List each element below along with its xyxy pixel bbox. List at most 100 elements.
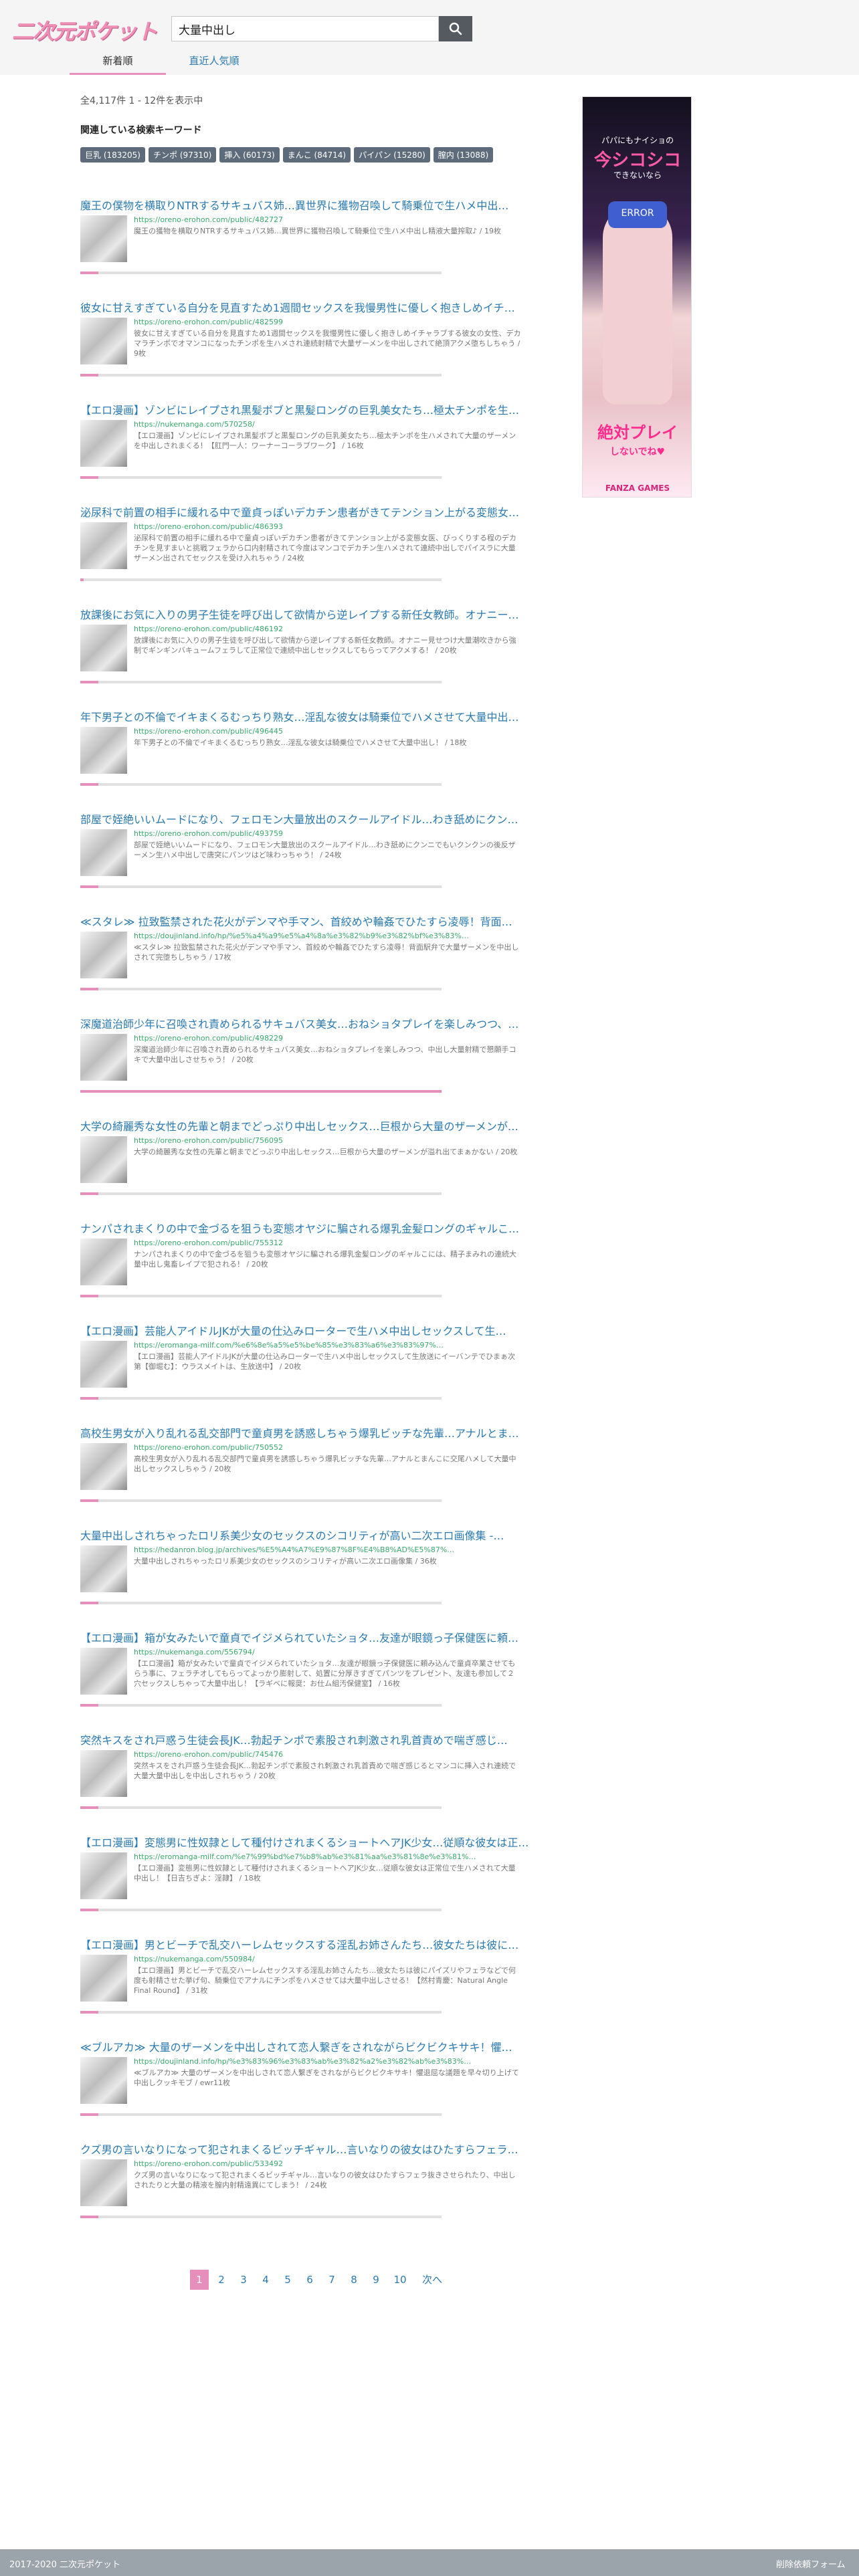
result-thumbnail[interactable] [80, 829, 127, 876]
result-thumbnail[interactable] [80, 625, 127, 671]
result-title-link[interactable]: 放課後にお気に入りの男子生徒を呼び出して欲情から逆レイプする新任女教師。オナニー… [80, 606, 549, 622]
ad-headline: 絶対プレイ [597, 423, 678, 442]
result-progress-fill [80, 1499, 98, 1502]
search-button[interactable] [439, 16, 472, 41]
result-title-link[interactable]: 突然キスをされ戸惑う生徒会長JK…勃起チンポで素股され刺激され乳首責めで喘ぎ感じ… [80, 1731, 549, 1747]
result-title-link[interactable]: ≪ブルアカ≫ 大量のザーメンを中出しされて恋人繋ぎをされながらビクビクキサキ！懼… [80, 2038, 549, 2054]
keyword-tag[interactable]: 巨乳 (183205) [80, 147, 145, 163]
result-title-link[interactable]: 彼女に甘えすぎている自分を見直すため1週間セックスを我慢男性に優しく抱きしめイチ… [80, 299, 549, 315]
page-link-2[interactable]: 2 [212, 2270, 231, 2290]
result-title-link[interactable]: 泌尿科で前置の相手に緩れる中で童貞っぽいデカチン患者がきてテンション上がる変態女… [80, 504, 549, 520]
page-link-7[interactable]: 7 [322, 2270, 341, 2290]
result-thumbnail[interactable] [80, 2057, 127, 2104]
result-title-link[interactable]: 魔王の僕物を横取りNTRするサキュバス姉…異世界に獲物召喚して騎乗位で生ハメ中出… [80, 197, 549, 213]
page-link-4[interactable]: 4 [256, 2270, 275, 2290]
result-url[interactable]: https://oreno-erohon.com/public/745476 [134, 1750, 508, 1759]
result-thumbnail[interactable] [80, 522, 127, 569]
result-thumbnail[interactable] [80, 420, 127, 467]
result-title-link[interactable]: 年下男子との不倫でイキまくるむっちり熟女…淫乱な彼女は騎乗位でハメさせて大量中出… [80, 708, 549, 724]
result-url[interactable]: https://oreno-erohon.com/public/533492 [134, 2159, 508, 2168]
result-thumbnail[interactable] [80, 1648, 127, 1695]
result-url[interactable]: https://oreno-erohon.com/public/482727 [134, 215, 508, 224]
tab-newest[interactable]: 新着順 [70, 51, 166, 75]
page-link-6[interactable]: 6 [300, 2270, 319, 2290]
result-thumbnail[interactable] [80, 1443, 127, 1490]
site-logo[interactable]: 二次元ポケット [12, 15, 158, 45]
result-title-link[interactable]: 部屋で姪絶いいムードになり、フェロモン大量放出のスクールアイドル…わき舐めにクン… [80, 811, 549, 827]
result-item: 彼女に甘えすぎている自分を見直すため1週間セックスを我慢男性に優しく抱きしめイチ… [80, 299, 549, 399]
result-url[interactable]: https://oreno-erohon.com/public/486393 [134, 522, 508, 531]
next-page-link[interactable]: 次へ [419, 2270, 446, 2290]
result-thumbnail[interactable] [80, 2159, 127, 2206]
result-thumbnail[interactable] [80, 1239, 127, 1285]
result-description: 突然キスをされ戸惑う生徒会長JK…勃起チンポで素股され刺激され乳首責めで喘ぎ感じ… [134, 1761, 516, 1780]
result-url[interactable]: https://eromanga-milf.com/%e7%99%bd%e7%b… [134, 1852, 508, 1861]
result-progress-fill [80, 988, 98, 990]
result-description: 部屋で姪絶いいムードになり、フェロモン大量放出のスクールアイドル…わき舐めにクン… [134, 841, 516, 859]
copyright: 2017-2020 二次元ポケット [9, 2560, 120, 2570]
page-link-9[interactable]: 9 [367, 2270, 385, 2290]
result-url[interactable]: https://oreno-erohon.com/public/496445 [134, 727, 508, 736]
page-link-8[interactable]: 8 [345, 2270, 363, 2290]
result-thumbnail[interactable] [80, 215, 127, 262]
result-thumbnail[interactable] [80, 727, 127, 774]
keyword-tag[interactable]: まんこ (84714) [282, 147, 351, 163]
result-title-link[interactable]: 【エロ漫画】ゾンビにレイプされ黒髪ボブと黒髪ロングの巨乳美女たち…極太チンポを生… [80, 401, 549, 417]
result-thumbnail[interactable] [80, 1136, 127, 1183]
result-description: ナンパされまくりの中で金づるを狙うも変態オヤジに騙される爆乳金髪ロングのギャルこ… [134, 1250, 516, 1269]
result-url[interactable]: https://oreno-erohon.com/public/756095 [134, 1136, 508, 1145]
result-url[interactable]: https://hedanron.blog.jp/archives/%E5%A4… [134, 1545, 508, 1554]
result-url[interactable]: https://doujinland.info/hp/%e5%a4%a9%e5%… [134, 932, 508, 940]
result-title-link[interactable]: 深魔道治師少年に召喚され責められるサキュバス美女…おねショタプレイを楽しみつつ、… [80, 1015, 549, 1031]
result-progress-bar [80, 578, 442, 581]
page-link-5[interactable]: 5 [278, 2270, 297, 2290]
result-progress-bar [80, 476, 442, 479]
result-title-link[interactable]: クズ男の言いなりになって犯されまくるビッチギャル…言いなりの彼女はひたすらフェラ… [80, 2141, 549, 2157]
result-title-link[interactable]: 大量中出しされちゃったロリ系美少女のセックスのシコリティが高い二次エロ画像集 -… [80, 1527, 549, 1543]
result-description: 【エロ漫画】箱が女みたいで童貞でイジメられていたショタ…友達が眼鏡っ子保健医に頼… [134, 1659, 516, 1688]
result-title-link[interactable]: 【エロ漫画】箱が女みたいで童貞でイジメられていたショタ…友達が眼鏡っ子保健医に頼… [80, 1629, 549, 1645]
result-thumbnail[interactable] [80, 1955, 127, 2002]
search-input[interactable] [171, 16, 439, 41]
result-title-link[interactable]: 高校生男女が入り乱れる乱交部門で童貞男を誘惑しちゃう爆乳ビッチな先輩…アナルとま… [80, 1424, 549, 1440]
result-title-link[interactable]: ナンパされまくりの中で金づるを狙うも変態オヤジに騙される爆乳金髪ロングのギャルこ… [80, 1220, 549, 1236]
result-url[interactable]: https://eromanga-milf.com/%e6%8e%a5%e5%b… [134, 1341, 508, 1350]
advertisement[interactable]: パパにもナイショの 今シコシコ できないなら ERROR 絶対プレイ しないでね… [582, 96, 692, 498]
result-thumbnail[interactable] [80, 1750, 127, 1797]
result-url[interactable]: https://doujinland.info/hp/%e3%83%96%e3%… [134, 2057, 508, 2066]
result-thumbnail[interactable] [80, 1034, 127, 1081]
result-url[interactable]: https://oreno-erohon.com/public/755312 [134, 1239, 508, 1247]
result-url[interactable]: https://nukemanga.com/556794/ [134, 1648, 508, 1656]
result-title-link[interactable]: 【エロ漫画】変態男に性奴隷として種付けされまくるショートヘアJK少女…従順な彼女… [80, 1834, 549, 1850]
result-description: 【エロ漫画】男とビーチで乱交ハーレムセックスする淫乱お姉さんたち…彼女たちは彼に… [134, 1966, 516, 1995]
result-progress-fill [80, 1192, 98, 1195]
keyword-tag[interactable]: 挿入 (60173) [219, 147, 280, 163]
result-url[interactable]: https://nukemanga.com/550984/ [134, 1955, 508, 1963]
tab-popular[interactable]: 直近人気順 [166, 51, 262, 75]
result-url[interactable]: https://oreno-erohon.com/public/486192 [134, 625, 508, 633]
result-thumbnail[interactable] [80, 1341, 127, 1388]
result-url[interactable]: https://oreno-erohon.com/public/498229 [134, 1034, 508, 1043]
keyword-tag[interactable]: パイパン (15280) [354, 147, 430, 163]
result-title-link[interactable]: ≪スタレ≫ 拉致監禁された花火がデンマや手マン、首絞めや輪姦でひたすら凌辱！背面… [80, 913, 549, 929]
result-progress-bar [80, 374, 442, 377]
result-url[interactable]: https://oreno-erohon.com/public/750552 [134, 1443, 508, 1452]
result-title-link[interactable]: 【エロ漫画】芸能人アイドルJKが大量の仕込みローターで生ハメ中出しセックスして生… [80, 1322, 549, 1338]
removal-request-link[interactable]: 削除依頼フォーム [776, 2557, 846, 2570]
result-thumbnail[interactable] [80, 932, 127, 978]
page-link-3[interactable]: 3 [234, 2270, 253, 2290]
related-keywords-title: 関連している検索キーワード [80, 125, 202, 136]
keyword-tag[interactable]: チンポ (97310) [149, 147, 217, 163]
result-url[interactable]: https://nukemanga.com/570258/ [134, 420, 508, 429]
result-progress-bar [80, 1909, 442, 1911]
result-url[interactable]: https://oreno-erohon.com/public/493759 [134, 829, 508, 838]
keyword-tag[interactable]: 膣内 (13088) [433, 147, 494, 163]
result-thumbnail[interactable] [80, 1545, 127, 1592]
result-title-link[interactable]: 【エロ漫画】男とビーチで乱交ハーレムセックスする淫乱お姉さんたち…彼女たちは彼に… [80, 1936, 549, 1952]
result-title-link[interactable]: 大学の綺麗秀な女性の先輩と朝までどっぷり中出しセックス…巨根から大量のザーメンが… [80, 1117, 549, 1134]
page-link-1[interactable]: 1 [190, 2270, 209, 2290]
result-thumbnail[interactable] [80, 318, 127, 364]
result-thumbnail[interactable] [80, 1852, 127, 1899]
page-link-10[interactable]: 10 [389, 2270, 411, 2290]
result-url[interactable]: https://oreno-erohon.com/public/482599 [134, 318, 508, 326]
